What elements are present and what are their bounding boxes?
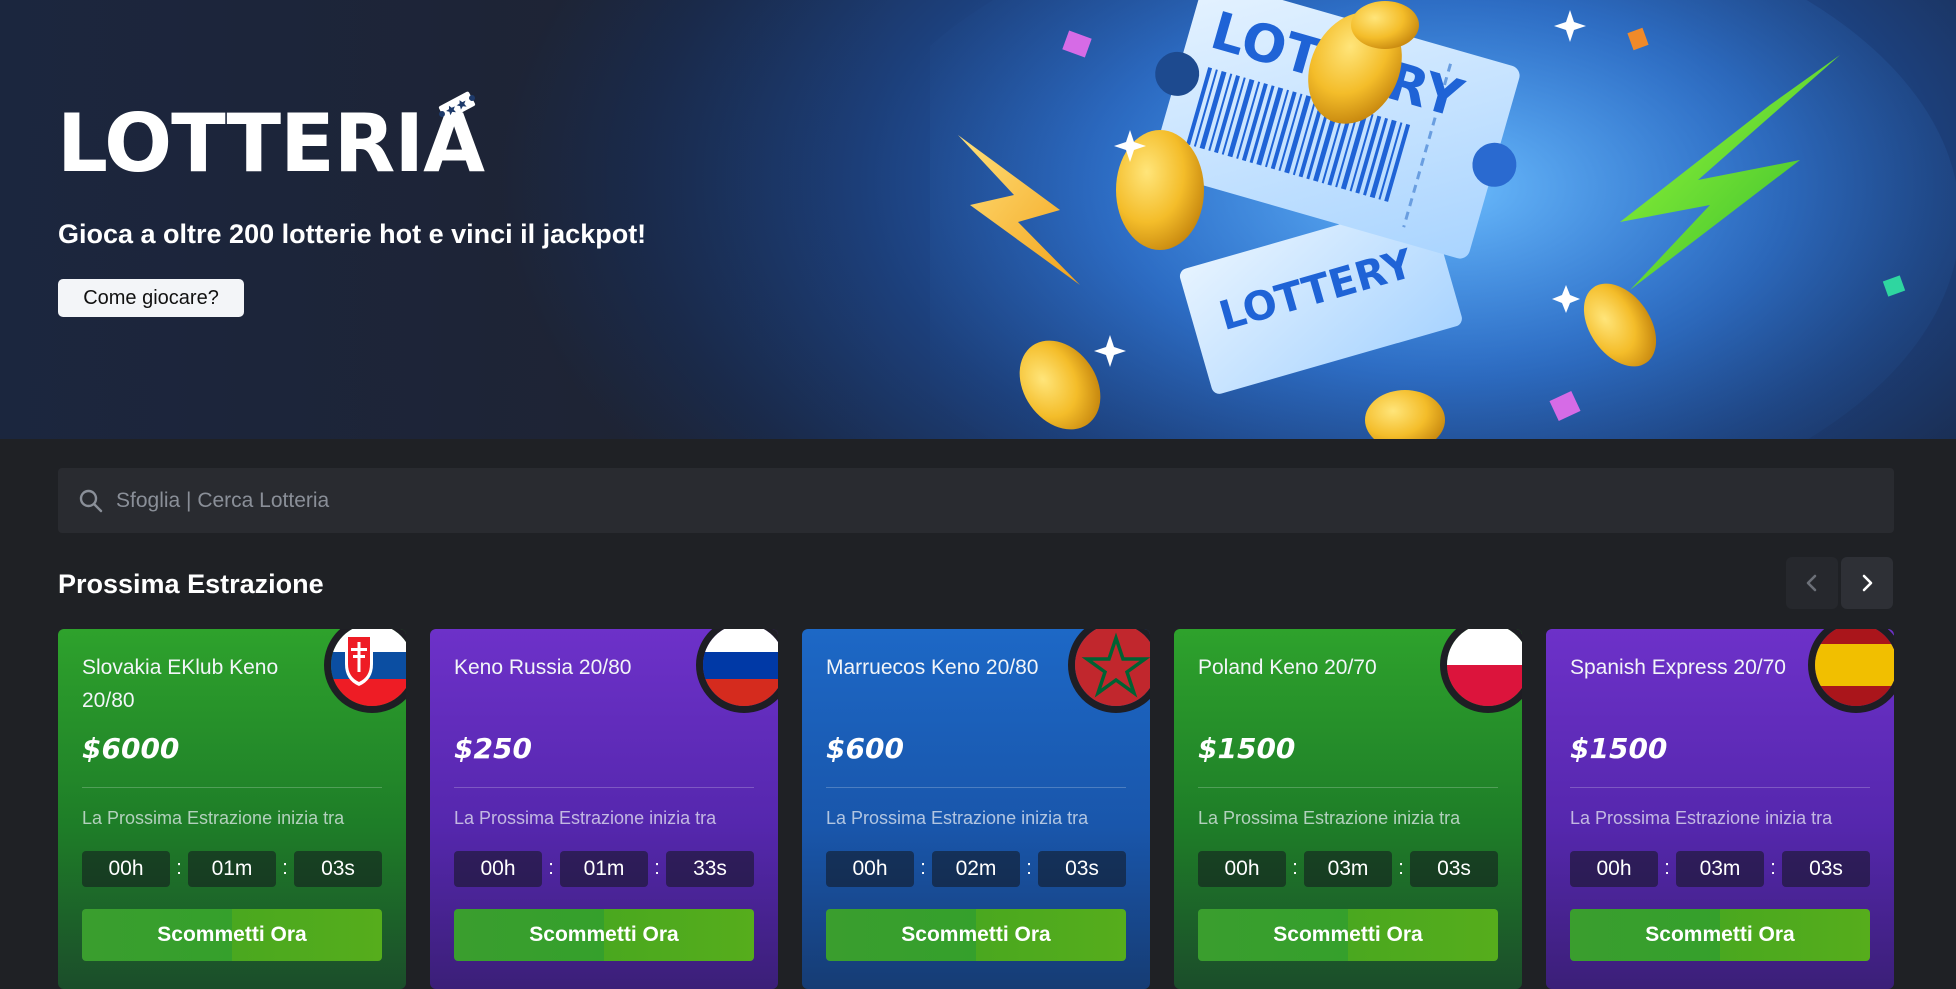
countdown-timer: 00h : 03m : 03s [1198,851,1498,887]
chevron-right-icon [1862,574,1873,592]
divider [826,787,1126,788]
next-draw-label: La Prossima Estrazione inizia tra [82,808,345,828]
countdown-timer: 00h : 01m : 33s [454,851,754,887]
timer-separator: : [920,857,926,879]
page-title: LOTTERIA [57,97,485,190]
timer-separator: : [1026,857,1032,879]
timer-seconds: 03s [1782,851,1870,887]
timer-separator: : [1770,857,1776,879]
jackpot-amount: $250 [454,732,532,765]
next-draw-label: La Prossima Estrazione inizia tra [1570,808,1833,828]
timer-minutes: 01m [560,851,648,887]
bet-now-button[interactable]: Scommetti Ora [1198,909,1498,961]
timer-separator: : [1292,857,1298,879]
lottery-name: Keno Russia 20/80 [454,656,632,679]
morocco-flag-icon [1068,629,1150,713]
poland-flag-icon [1440,629,1522,713]
countdown-timer: 00h : 01m : 03s [82,851,382,887]
timer-seconds: 03s [1410,851,1498,887]
jackpot-amount: $1500 [1198,732,1296,765]
spain-flag-icon [1808,629,1894,713]
timer-seconds: 33s [666,851,754,887]
timer-hours: 00h [82,851,170,887]
timer-minutes: 02m [932,851,1020,887]
lottery-card[interactable]: Slovakia EKlub Keno 20/80 $6000 La Pross… [58,629,406,989]
search-icon [79,489,103,513]
timer-minutes: 03m [1676,851,1764,887]
timer-separator: : [548,857,554,879]
section-title: Prossima Estrazione [58,569,324,599]
lottery-card[interactable]: Keno Russia 20/80 $250 La Prossima Estra… [430,629,778,989]
timer-seconds: 03s [294,851,382,887]
timer-separator: : [1398,857,1404,879]
jackpot-amount: $6000 [82,732,180,765]
timer-separator: : [282,857,288,879]
divider [82,787,382,788]
bet-now-button[interactable]: Scommetti Ora [826,909,1126,961]
lottery-name: Slovakia EKlub Keno 20/80 [82,656,279,712]
search-bar[interactable] [58,468,1894,533]
lottery-card[interactable]: Poland Keno 20/70 $1500 La Prossima Estr… [1174,629,1522,989]
lottery-name: Poland Keno 20/70 [1198,656,1377,679]
next-draw-label: La Prossima Estrazione inizia tra [1198,808,1461,828]
lottery-name: Marruecos Keno 20/80 [826,656,1039,679]
divider [454,787,754,788]
ticket-icon [438,91,476,121]
russia-flag-icon [696,629,778,713]
lottery-name: Spanish Express 20/70 [1570,656,1786,679]
chevron-left-icon [1806,574,1817,592]
lottery-card[interactable]: Spanish Express 20/70 $1500 La Prossima … [1546,629,1894,989]
hero-subtitle: Gioca a oltre 200 lotterie hot e vinci i… [58,219,647,249]
divider [1570,787,1870,788]
timer-hours: 00h [826,851,914,887]
slovakia-flag-icon [324,629,406,713]
lottery-card[interactable]: Marruecos Keno 20/80 $600 La Prossima Es… [802,629,1150,989]
bet-now-button[interactable]: Scommetti Ora [454,909,754,961]
bet-now-button[interactable]: Scommetti Ora [82,909,382,961]
timer-seconds: 03s [1038,851,1126,887]
divider [1198,787,1498,788]
search-input[interactable] [116,468,1876,533]
timer-separator: : [176,857,182,879]
carousel-prev-button[interactable] [1786,557,1838,609]
timer-minutes: 03m [1304,851,1392,887]
next-draw-label: La Prossima Estrazione inizia tra [454,808,717,828]
lottery-illustration: LOTTERY LOTTERY [930,0,1956,439]
timer-separator: : [654,857,660,879]
carousel-next-button[interactable] [1841,557,1893,609]
bet-now-button[interactable]: Scommetti Ora [1570,909,1870,961]
timer-hours: 00h [1570,851,1658,887]
timer-hours: 00h [454,851,542,887]
countdown-timer: 00h : 02m : 03s [826,851,1126,887]
next-draw-label: La Prossima Estrazione inizia tra [826,808,1089,828]
how-to-play-button[interactable]: Come giocare? [58,279,244,317]
jackpot-amount: $1500 [1570,732,1668,765]
timer-hours: 00h [1198,851,1286,887]
timer-separator: : [1664,857,1670,879]
countdown-timer: 00h : 03m : 03s [1570,851,1870,887]
timer-minutes: 01m [188,851,276,887]
hero-banner: LOTTERIA Gioca a oltre 200 lotterie hot … [0,0,1956,439]
jackpot-amount: $600 [826,732,904,765]
